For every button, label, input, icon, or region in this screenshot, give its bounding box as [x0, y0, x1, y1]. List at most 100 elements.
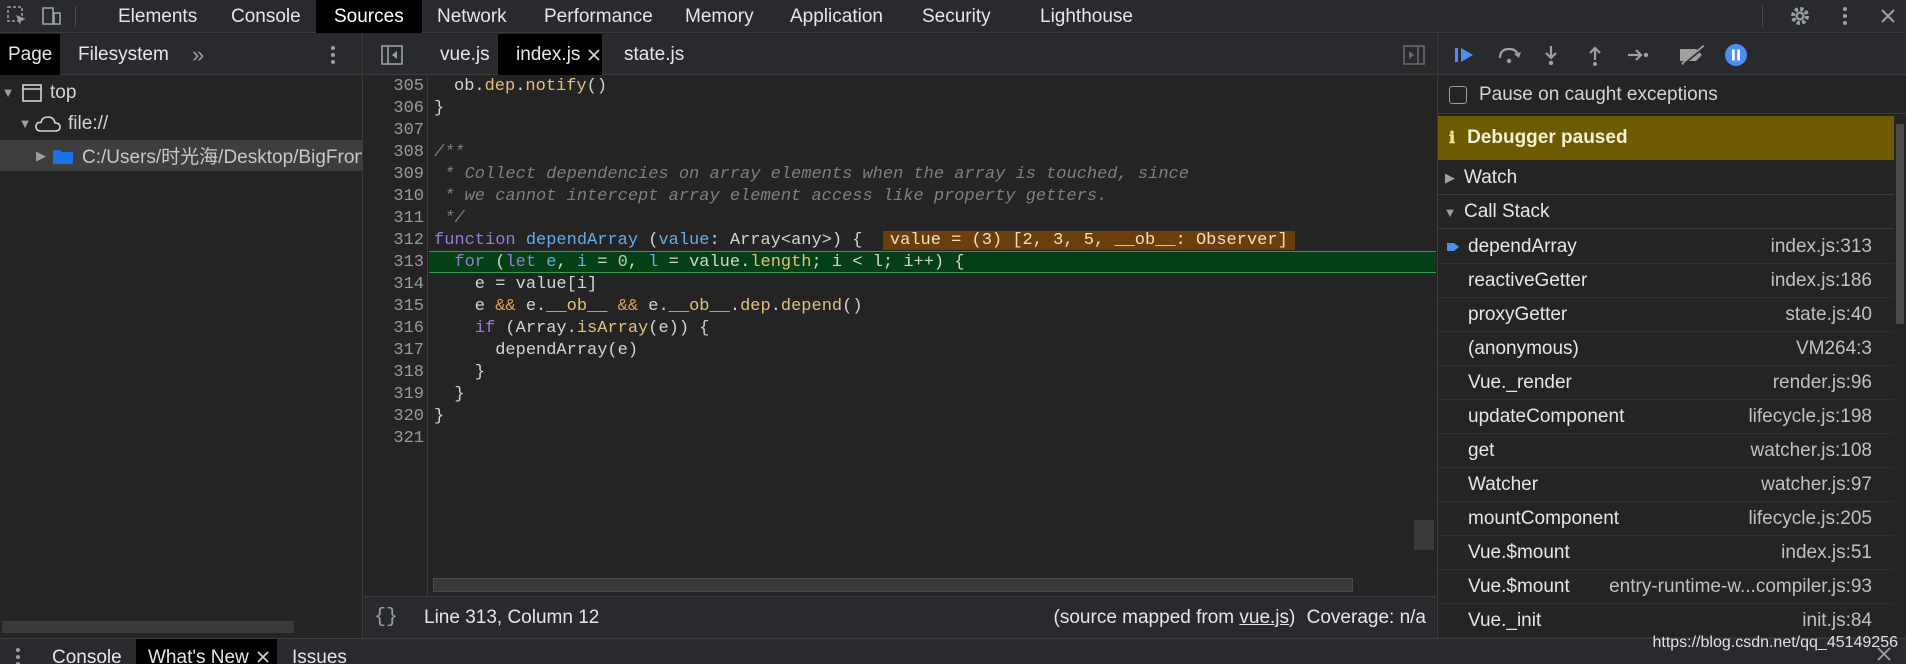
- device-toolbar-icon[interactable]: [36, 2, 66, 30]
- pause-on-caught-checkbox[interactable]: [1449, 85, 1467, 104]
- call-frame[interactable]: get watcher.js:108: [1438, 434, 1896, 468]
- call-frame-location[interactable]: lifecycle.js:205: [1748, 508, 1872, 530]
- editor-vertical-scroll-thumb[interactable]: [1414, 520, 1434, 550]
- code-line: }: [434, 407, 445, 426]
- call-frame[interactable]: proxyGetter state.js:40: [1438, 298, 1896, 332]
- watch-section-header[interactable]: ▶ Watch: [1438, 162, 1896, 195]
- call-frame[interactable]: Vue._init init.js:84: [1438, 604, 1896, 638]
- more-tabs-chevron-icon[interactable]: »: [192, 34, 204, 75]
- code-line: }: [434, 99, 445, 118]
- tab-elements[interactable]: Elements: [100, 0, 215, 33]
- close-tab-icon[interactable]: [588, 48, 601, 61]
- call-frame-location[interactable]: index.js:51: [1781, 542, 1872, 564]
- tab-performance[interactable]: Performance: [526, 0, 671, 33]
- tree-item-top[interactable]: ▼ top: [0, 77, 362, 108]
- collapsed-triangle-icon[interactable]: ▶: [36, 148, 46, 164]
- call-frame-location[interactable]: watcher.js:108: [1751, 440, 1872, 462]
- close-devtools-icon[interactable]: [1873, 2, 1903, 30]
- coverage-info: Coverage: n/a: [1306, 606, 1426, 628]
- call-frame-location[interactable]: state.js:40: [1785, 304, 1872, 326]
- drawer-tab-label: What's New: [148, 647, 249, 664]
- call-frame-location[interactable]: index.js:186: [1771, 270, 1872, 292]
- editor-status-bar: {} Line 313, Column 12 (source mapped fr…: [364, 596, 1436, 638]
- call-frame-location[interactable]: index.js:313: [1771, 236, 1872, 258]
- call-frame[interactable]: Vue.$mount index.js:51: [1438, 536, 1896, 570]
- call-frame[interactable]: (anonymous) VM264:3: [1438, 332, 1896, 366]
- call-frame[interactable]: reactiveGetter index.js:186: [1438, 264, 1896, 298]
- call-frame[interactable]: updateComponent lifecycle.js:198: [1438, 400, 1896, 434]
- tab-filesystem[interactable]: Filesystem: [78, 34, 169, 75]
- tree-item-folder[interactable]: ▶ C:/Users/时光海/Desktop/BigFron: [0, 140, 362, 171]
- code-line: ob.dep.notify(): [454, 77, 608, 96]
- pause-on-caught-exceptions-row[interactable]: Pause on caught exceptions: [1438, 76, 1906, 114]
- call-frame[interactable]: mountComponent lifecycle.js:205: [1438, 502, 1896, 536]
- deactivate-breakpoints-icon[interactable]: [1676, 40, 1710, 70]
- inline-value-tooltip[interactable]: value = (3) [2, 3, 5, __ob__: Observer]: [882, 231, 1295, 250]
- watermark: https://blog.csdn.net/qq_45149256: [1652, 634, 1898, 651]
- navigator-scrollbar[interactable]: [0, 616, 362, 638]
- code-line: * we cannot intercept array element acce…: [434, 187, 1108, 206]
- toggle-navigator-icon[interactable]: [374, 34, 410, 75]
- expanded-triangle-icon[interactable]: ▼: [0, 85, 16, 100]
- drawer-tab-issues[interactable]: Issues: [280, 639, 359, 664]
- editor-tab-state-js[interactable]: state.js: [610, 34, 698, 75]
- step-over-icon[interactable]: [1492, 40, 1526, 70]
- tab-sources[interactable]: Sources: [316, 0, 422, 33]
- editor-horizontal-scroll-thumb[interactable]: [433, 578, 1353, 592]
- call-frame-location[interactable]: lifecycle.js:198: [1748, 406, 1872, 428]
- expanded-triangle-icon[interactable]: ▼: [17, 116, 33, 131]
- call-frame[interactable]: Vue.$mount entry-runtime-w...compiler.js…: [1438, 570, 1896, 604]
- inspect-element-icon[interactable]: [2, 2, 32, 30]
- navigator-scroll-thumb[interactable]: [2, 621, 294, 633]
- call-frame-name: proxyGetter: [1468, 303, 1568, 325]
- close-tab-icon[interactable]: [257, 651, 269, 663]
- call-frame[interactable]: Vue._render render.js:96: [1438, 366, 1896, 400]
- call-frame-name: Vue._render: [1468, 371, 1572, 393]
- navigator-menu-icon[interactable]: [330, 34, 336, 75]
- call-frame[interactable]: Watcher watcher.js:97: [1438, 468, 1896, 502]
- drawer-tab-console[interactable]: Console: [40, 639, 134, 664]
- file-navigator: Page Filesystem » ▼ top ▼ file:// ▶ C:/U…: [0, 34, 363, 638]
- drawer-menu-icon[interactable]: [8, 639, 28, 664]
- code-area[interactable]: ob.dep.notify() } /** * Collect dependen…: [364, 76, 1436, 574]
- editor-horizontal-scrollbar[interactable]: [428, 574, 1436, 596]
- call-stack-section-header[interactable]: ▼ Call Stack: [1438, 196, 1896, 229]
- resume-icon[interactable]: [1448, 40, 1482, 70]
- call-frame-name: dependArray: [1468, 235, 1577, 257]
- tree-label: top: [50, 81, 77, 103]
- drawer-tab-whats-new[interactable]: What's New: [136, 639, 277, 664]
- code-line: }: [434, 363, 486, 382]
- debugger-scroll-thumb[interactable]: [1896, 124, 1904, 324]
- call-frame-location[interactable]: render.js:96: [1773, 372, 1872, 394]
- step-out-icon[interactable]: [1578, 40, 1612, 70]
- call-frame-location[interactable]: init.js:84: [1802, 610, 1872, 632]
- more-options-icon[interactable]: [1830, 2, 1860, 30]
- settings-gear-icon[interactable]: [1785, 2, 1815, 30]
- call-frame-location[interactable]: VM264:3: [1796, 338, 1872, 360]
- editor-tabs: vue.js index.js state.js: [364, 34, 1436, 75]
- call-frame-current[interactable]: dependArray index.js:313: [1438, 230, 1896, 264]
- call-frame-location[interactable]: entry-runtime-w...compiler.js:93: [1609, 576, 1872, 598]
- tree-item-file-origin[interactable]: ▼ file://: [0, 108, 362, 139]
- tab-network[interactable]: Network: [419, 0, 525, 33]
- pause-on-caught-label: Pause on caught exceptions: [1479, 83, 1718, 105]
- tab-security[interactable]: Security: [904, 0, 1009, 33]
- debugger-scrollbar[interactable]: [1894, 116, 1906, 638]
- source-map-link[interactable]: vue.js: [1239, 607, 1289, 628]
- step-into-icon[interactable]: [1534, 40, 1568, 70]
- step-icon[interactable]: [1621, 40, 1655, 70]
- tab-lighthouse[interactable]: Lighthouse: [1022, 0, 1151, 33]
- tab-application[interactable]: Application: [772, 0, 901, 33]
- toggle-debugger-icon[interactable]: [1396, 34, 1432, 75]
- source-editor: vue.js index.js state.js 305 306 307 308…: [364, 34, 1436, 638]
- tab-page[interactable]: Page: [0, 34, 61, 75]
- tab-console[interactable]: Console: [213, 0, 319, 33]
- cloud-icon: [35, 115, 61, 133]
- editor-tab-index-js[interactable]: index.js: [498, 34, 602, 75]
- pause-on-exceptions-icon[interactable]: [1719, 40, 1753, 70]
- code-line-current: for (let e, i = 0, l = value.length; i <…: [454, 253, 965, 272]
- editor-tab-vue-js[interactable]: vue.js: [420, 34, 510, 75]
- call-frame-location[interactable]: watcher.js:97: [1761, 474, 1872, 496]
- tab-memory[interactable]: Memory: [667, 0, 772, 33]
- pretty-print-button[interactable]: {}: [374, 606, 398, 629]
